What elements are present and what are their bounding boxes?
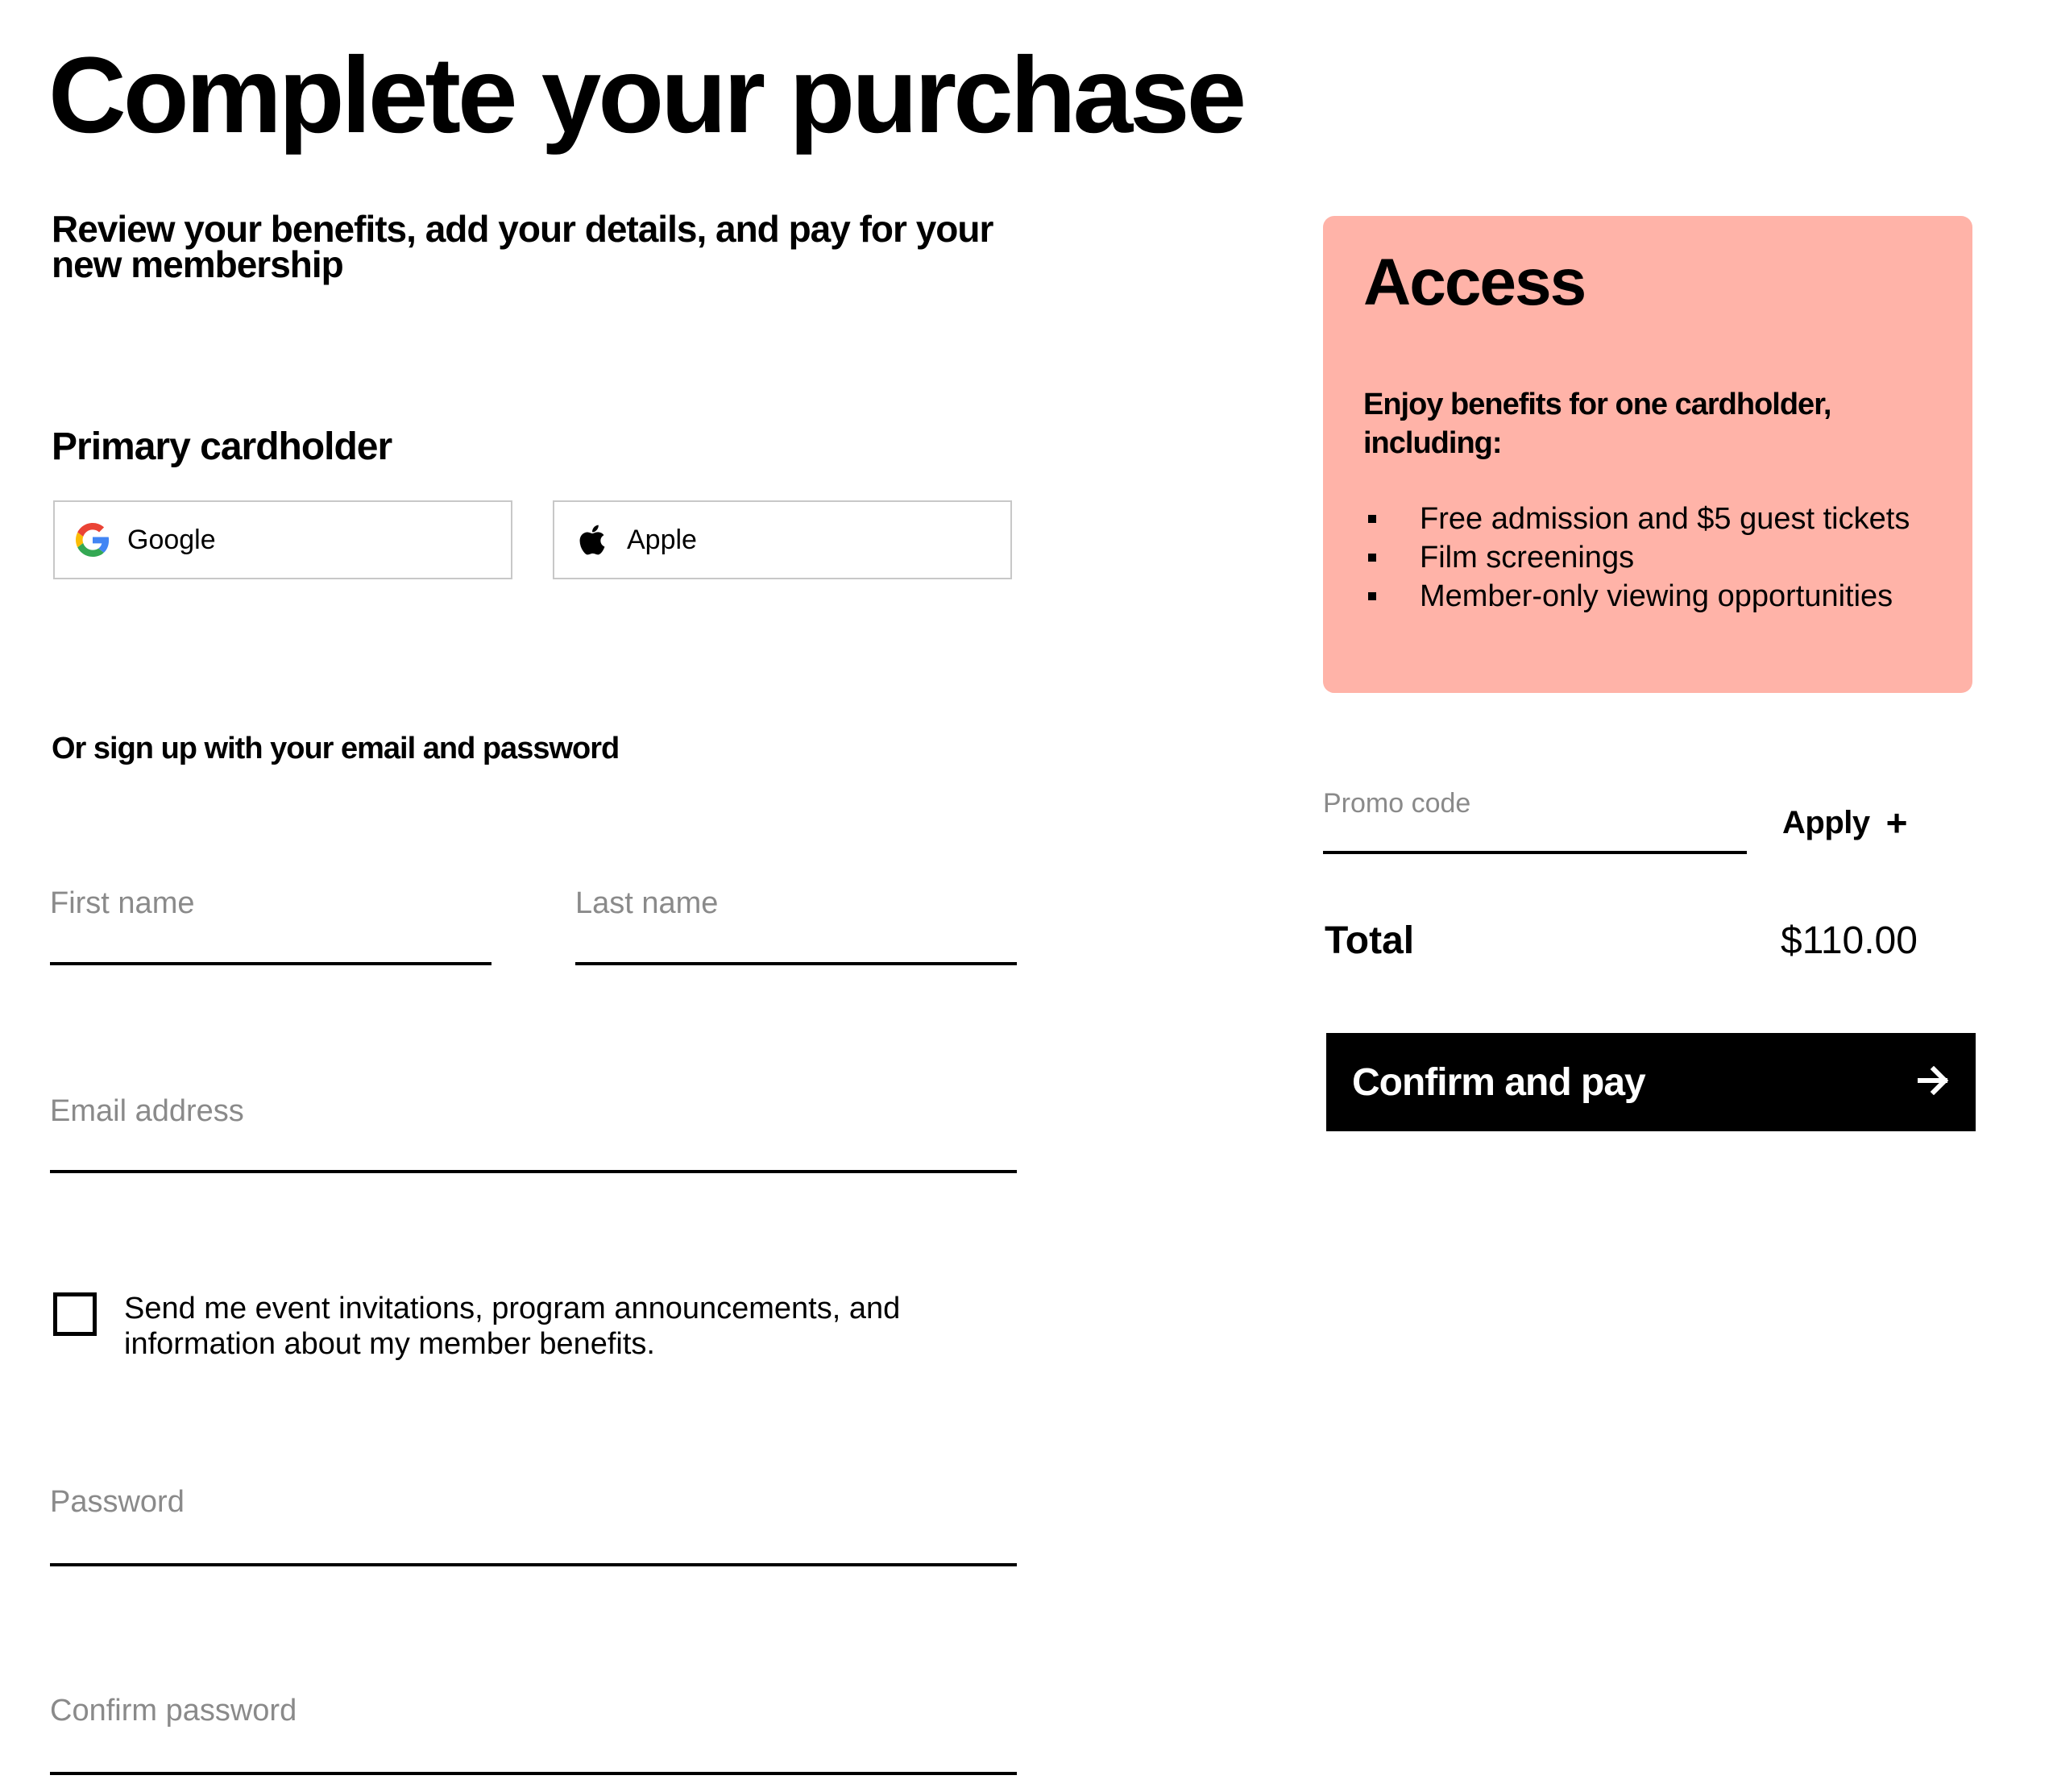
page-subtitle: Review your benefits, add your details, … [52, 208, 993, 285]
email-field[interactable] [50, 1094, 1017, 1173]
last-name-field[interactable] [575, 886, 1017, 965]
first-name-field[interactable] [50, 886, 491, 965]
promo-code-field[interactable] [1323, 788, 1747, 854]
apple-logo-icon [575, 523, 609, 557]
password-field[interactable] [50, 1485, 1017, 1566]
total-value: $110.00 [1781, 919, 1918, 962]
benefit-item: Member-only viewing opportunities [1363, 577, 1910, 616]
google-signin-button[interactable]: Google [53, 500, 512, 579]
plus-icon: + [1885, 802, 1908, 844]
membership-benefits-intro: Enjoy benefits for one cardholder, inclu… [1363, 388, 1831, 460]
membership-name: Access [1363, 246, 1586, 319]
email-input[interactable] [50, 1094, 1017, 1129]
confirm-password-input[interactable] [50, 1694, 1017, 1728]
apply-label: Apply [1782, 804, 1870, 840]
newsletter-checkbox[interactable] [53, 1292, 97, 1336]
google-logo-icon [76, 523, 110, 557]
apply-promo-button[interactable]: Apply + [1782, 801, 1908, 844]
confirm-and-pay-label: Confirm and pay [1352, 1060, 1646, 1104]
last-name-input[interactable] [575, 886, 1017, 921]
email-signup-heading: Or sign up with your email and password [52, 732, 620, 765]
password-input[interactable] [50, 1485, 1017, 1520]
page-title: Complete your purchase [48, 35, 1246, 156]
apple-signin-button[interactable]: Apple [553, 500, 1012, 579]
google-signin-label: Google [127, 524, 216, 555]
membership-benefits-list: Free admission and $5 guest tickets Film… [1363, 500, 1910, 616]
confirm-password-field[interactable] [50, 1694, 1017, 1775]
benefit-item: Free admission and $5 guest tickets [1363, 500, 1910, 538]
first-name-input[interactable] [50, 886, 491, 921]
total-label: Total [1325, 919, 1415, 962]
section-title-primary-cardholder: Primary cardholder [52, 425, 392, 468]
benefit-item: Film screenings [1363, 538, 1910, 577]
arrow-right-icon [1917, 1065, 1950, 1099]
apple-signin-label: Apple [627, 524, 697, 555]
confirm-and-pay-button[interactable]: Confirm and pay [1326, 1033, 1976, 1131]
membership-card: Access Enjoy benefits for one cardholder… [1323, 216, 1972, 693]
newsletter-label: Send me event invitations, program annou… [124, 1292, 901, 1361]
promo-code-input[interactable] [1323, 788, 1747, 819]
